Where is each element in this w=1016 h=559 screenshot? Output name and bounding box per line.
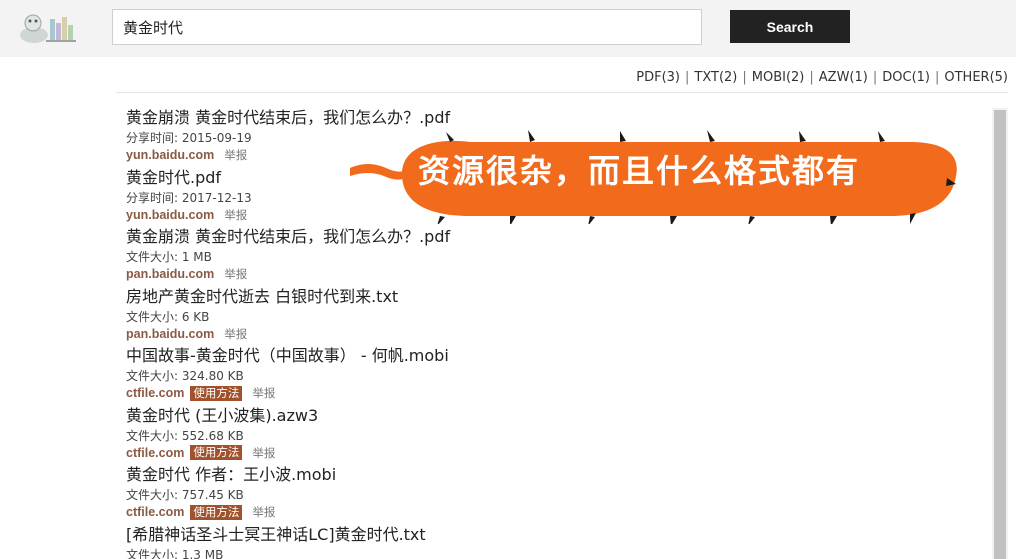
usage-guide-badge[interactable]: 使用方法 bbox=[190, 504, 243, 520]
header-bar: Search bbox=[0, 0, 1016, 57]
report-link[interactable]: 举报 bbox=[252, 503, 275, 521]
source-link[interactable]: yun.baidu.com bbox=[126, 206, 214, 224]
usage-guide-badge[interactable]: 使用方法 bbox=[190, 445, 243, 460]
divider bbox=[116, 92, 1008, 93]
filter-other[interactable]: OTHER(5) bbox=[944, 70, 1008, 85]
format-filter-bar: PDF(3) | TXT(2) | MOBI(2) | AZW(1) | DOC(1) | OTHE… bbox=[636, 70, 1008, 85]
result-meta: 文件大小: 552.68 KB bbox=[126, 428, 244, 443]
result-title[interactable]: 中国故事-黄金时代（中国故事） - 何帆.mobi bbox=[126, 345, 986, 367]
filter-azw[interactable]: AZW(1) bbox=[819, 70, 868, 85]
filter-txt[interactable]: TXT(2) bbox=[694, 70, 737, 85]
result-title[interactable]: [希腊神话圣斗士冥王神话LC]黄金时代.txt bbox=[126, 524, 986, 546]
usage-guide-badge[interactable]: 使用方法 bbox=[190, 385, 243, 401]
filter-doc[interactable]: DOC(1) bbox=[882, 70, 930, 85]
result-item: 黄金时代 作者：王小波.mobi 文件大小: 757.45 KB ctfile.… bbox=[126, 464, 986, 524]
result-title[interactable]: 黄金崩溃 黄金时代结束后，我们怎么办？.pdf bbox=[126, 226, 986, 248]
result-meta: 文件大小: 1.3 MB bbox=[126, 547, 224, 559]
report-link[interactable]: 举报 bbox=[224, 325, 247, 343]
result-item: 黄金时代 (王小波集).azw3 文件大小: 552.68 KB ctfile.… bbox=[126, 405, 986, 465]
source-link[interactable]: pan.baidu.com bbox=[126, 265, 214, 283]
source-link[interactable]: yun.baidu.com bbox=[126, 146, 214, 164]
result-title[interactable]: 黄金时代 作者：王小波.mobi bbox=[126, 464, 986, 486]
report-link[interactable]: 举报 bbox=[224, 146, 247, 164]
result-item: 黄金崩溃 黄金时代结束后，我们怎么办？.pdf 文件大小: 1 MB pan.b… bbox=[126, 226, 986, 286]
search-input[interactable] bbox=[112, 9, 702, 45]
result-meta: 文件大小: 757.45 KB bbox=[126, 488, 244, 502]
filter-pdf[interactable]: PDF(3) bbox=[636, 70, 680, 85]
source-link[interactable]: ctfile.com bbox=[126, 444, 184, 462]
report-link[interactable]: 举报 bbox=[224, 206, 247, 224]
source-link[interactable]: ctfile.com bbox=[126, 384, 184, 402]
result-item: 房地产黄金时代逝去 白银时代到来.txt 文件大小: 6 KB pan.baid… bbox=[126, 286, 986, 346]
site-logo[interactable] bbox=[16, 9, 80, 45]
result-meta: 文件大小: 324.80 KB bbox=[126, 369, 244, 383]
report-link[interactable]: 举报 bbox=[224, 265, 247, 283]
result-meta: 文件大小: 6 KB bbox=[126, 309, 210, 324]
result-item: [希腊神话圣斗士冥王神话LC]黄金时代.txt 文件大小: 1.3 MB bbox=[126, 524, 986, 559]
filter-mobi[interactable]: MOBI(2) bbox=[752, 70, 805, 85]
report-link[interactable]: 举报 bbox=[252, 384, 275, 402]
result-meta: 文件大小: 1 MB bbox=[126, 250, 212, 264]
report-link[interactable]: 举报 bbox=[252, 444, 275, 462]
result-title[interactable]: 房地产黄金时代逝去 白银时代到来.txt bbox=[126, 286, 986, 308]
result-item: 中国故事-黄金时代（中国故事） - 何帆.mobi 文件大小: 324.80 K… bbox=[126, 345, 986, 405]
annotation-text: 资源很杂，而且什么格式都有 bbox=[418, 152, 861, 190]
result-title[interactable]: 黄金时代 (王小波集).azw3 bbox=[126, 405, 986, 427]
search-button[interactable]: Search bbox=[730, 10, 850, 43]
scrollbar-thumb[interactable] bbox=[994, 110, 1006, 559]
source-link[interactable]: pan.baidu.com bbox=[126, 325, 214, 343]
scrollbar[interactable] bbox=[992, 108, 1008, 559]
source-link[interactable]: ctfile.com bbox=[126, 503, 184, 521]
